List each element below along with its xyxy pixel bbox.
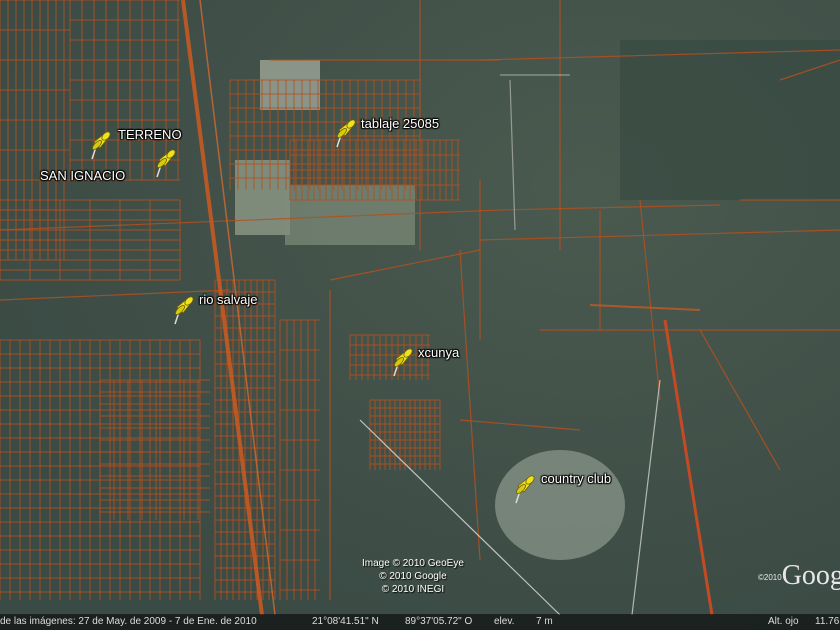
placemark-label[interactable]: country club [541,471,611,486]
status-bar: de las imágenes: 27 de May. de 2009 - 7 … [0,614,840,630]
latitude-readout: 21°08'41.51" N [312,616,379,627]
placemark-label[interactable]: tablaje 25085 [361,116,439,131]
logo-year: ©2010 [758,573,782,583]
elevation-label: elev. [494,616,515,627]
attribution-google: © 2010 Google [379,571,447,582]
pushpin-icon[interactable] [88,130,112,160]
pushpin-icon[interactable] [333,118,357,148]
satellite-map[interactable] [0,0,840,630]
elevation-value: 7 m [536,616,553,627]
attribution-geoeye: Image © 2010 GeoEye [362,558,464,569]
pushpin-icon[interactable] [512,474,536,504]
eye-altitude-value: 11.76 [815,616,840,627]
longitude-readout: 89°37'05.72" O [405,616,473,627]
placemark-label[interactable]: TERRENO [118,127,182,142]
pushpin-icon[interactable] [390,347,414,377]
imagery-dates: de las imágenes: 27 de May. de 2009 - 7 … [0,616,257,627]
pushpin-icon[interactable] [153,148,177,178]
pushpin-icon[interactable] [171,295,195,325]
eye-altitude-label: Alt. ojo [768,616,799,627]
placemark-label[interactable]: SAN IGNACIO [40,168,125,183]
attribution-inegi: © 2010 INEGI [381,584,445,595]
imagery-attribution: Image © 2010 GeoEye © 2010 Google © 2010… [362,557,464,596]
logo-text: Google [781,560,840,591]
google-logo: ©2010Google [758,560,840,592]
placemark-label[interactable]: xcunya [418,345,459,360]
placemark-label[interactable]: rio salvaje [199,292,258,307]
